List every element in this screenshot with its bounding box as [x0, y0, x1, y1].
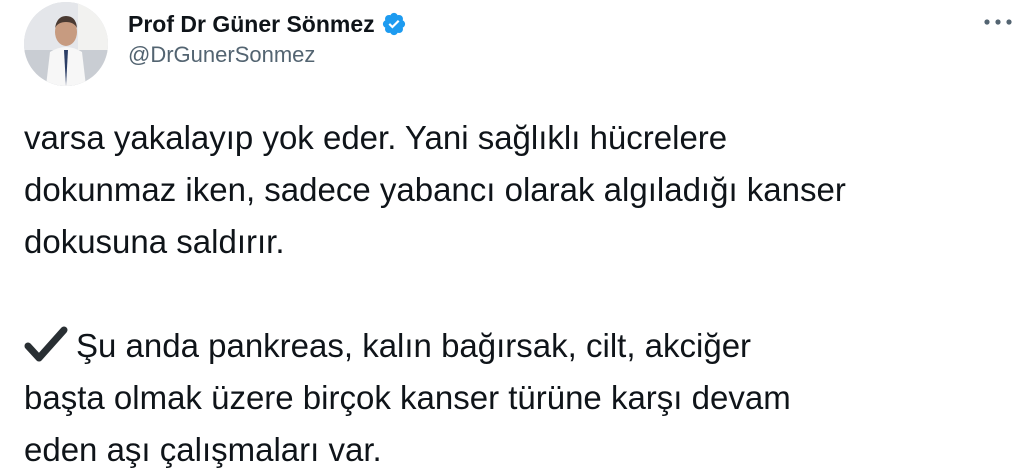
verified-badge-icon [381, 11, 407, 37]
tweet-line: dokunmaz iken, sadece yabancı olarak alg… [24, 171, 846, 208]
heavy-check-mark-icon [24, 325, 68, 363]
display-name[interactable]: Prof Dr Güner Sönmez [128, 11, 375, 38]
more-options-button[interactable] [978, 8, 1018, 36]
author-handle[interactable]: @DrGunerSonmez [128, 42, 315, 68]
tweet-line: eden aşı çalışmaları var. [24, 431, 382, 468]
tweet-text: varsa yakalayıp yok eder. Yani sağlıklı … [24, 112, 1024, 476]
ellipsis-icon [984, 19, 1012, 25]
tweet: Prof Dr Güner Sönmez @DrGunerSonmez vars… [0, 0, 1034, 468]
tweet-line-with-check: Şu anda pankreas, kalın bağırsak, cilt, … [24, 320, 1024, 372]
author-name-row[interactable]: Prof Dr Güner Sönmez [128, 6, 407, 42]
tweet-line-text: Şu anda pankreas, kalın bağırsak, cilt, … [76, 327, 752, 364]
tweet-line: dokusuna saldırır. [24, 223, 285, 260]
tweet-line: varsa yakalayıp yok eder. Yani sağlıklı … [24, 119, 728, 156]
avatar-photo [24, 2, 108, 86]
tweet-line: başta olmak üzere birçok kanser türüne k… [24, 379, 791, 416]
avatar[interactable] [24, 2, 108, 86]
